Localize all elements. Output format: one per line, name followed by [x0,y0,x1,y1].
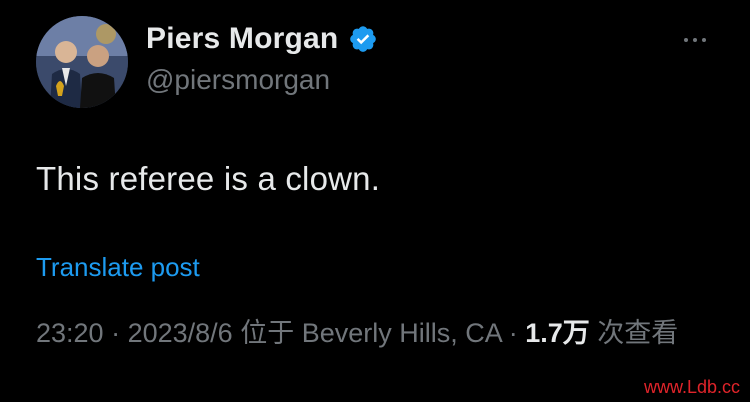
views-label: 次查看 [589,318,679,348]
views-count: 1.7万 [525,318,590,348]
avatar[interactable] [36,16,128,108]
tweet-date[interactable]: 2023/8/6 [128,318,233,348]
more-dot [693,38,697,42]
watermark: www.Ldb.cc [643,377,740,397]
meta-separator: · [501,318,526,348]
tweet-text: This referee is a clown. [36,160,381,197]
author-handle[interactable]: @piersmorgan [146,64,330,96]
author-display-name[interactable]: Piers Morgan [146,22,338,56]
more-dot [684,38,688,42]
more-horizontal-icon[interactable] [684,38,706,42]
more-dot [702,38,706,42]
tweet-meta: 23:20 · 2023/8/6 位于 Beverly Hills, CA · … [36,312,726,354]
verified-badge-icon [350,26,377,52]
tweet-location: 位于 Beverly Hills, CA [232,318,502,348]
meta-separator: · [103,318,128,348]
avatar-photo [36,16,128,108]
tweet-time[interactable]: 23:20 [36,318,104,348]
author-name-row: Piers Morgan [146,22,378,56]
translate-post-link[interactable]: Translate post [36,252,200,283]
